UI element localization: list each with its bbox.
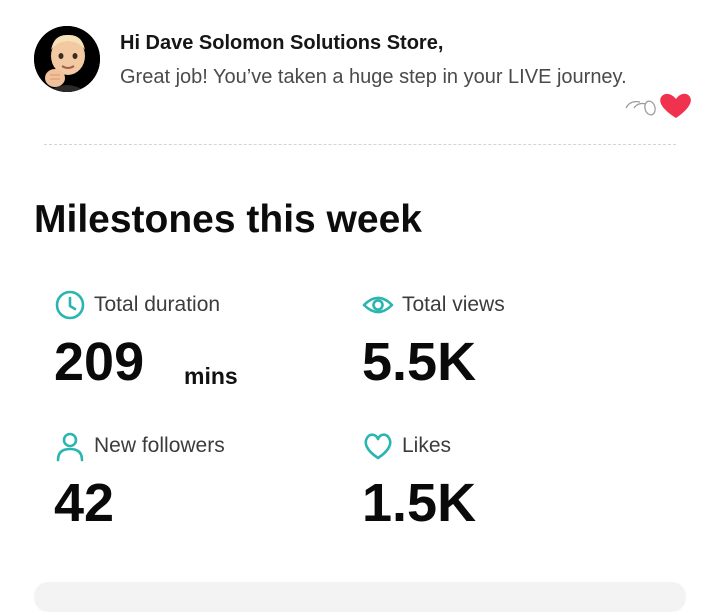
stat-total-views: Total views 5.5K — [362, 289, 662, 399]
stat-value: 209 — [54, 332, 145, 392]
stat-value: 1.5K — [362, 473, 477, 533]
heart-icon — [625, 93, 691, 118]
greeting-name: Hi Dave Solomon Solutions Store, — [120, 32, 444, 54]
page-title: Milestones this week — [34, 198, 422, 241]
stat-label: Total duration — [94, 293, 221, 316]
stat-value: 42 — [54, 473, 115, 533]
greeting-message: Great job! You’ve taken a huge step in y… — [120, 66, 627, 88]
dashed-divider — [44, 144, 676, 145]
stat-label: Total views — [402, 293, 505, 316]
stat-total-duration: Total duration 209 mins — [54, 289, 354, 399]
memoji-avatar-icon — [34, 26, 100, 92]
stat-value: 5.5K — [362, 332, 477, 392]
eye-icon — [362, 296, 394, 314]
clock-icon — [55, 290, 85, 320]
heart-outline-icon — [364, 433, 392, 460]
stat-label: Likes — [402, 434, 452, 457]
stat-new-followers: New followers 42 — [54, 430, 354, 540]
avatar[interactable] — [34, 26, 100, 92]
greeting-header: Hi Dave Solomon Solutions Store, Great j… — [34, 26, 694, 126]
bottom-card — [34, 582, 686, 612]
stat-likes: Likes 1.5K — [362, 430, 662, 540]
stat-unit: mins — [184, 363, 238, 389]
person-icon — [56, 432, 84, 462]
stat-label: New followers — [94, 434, 225, 457]
